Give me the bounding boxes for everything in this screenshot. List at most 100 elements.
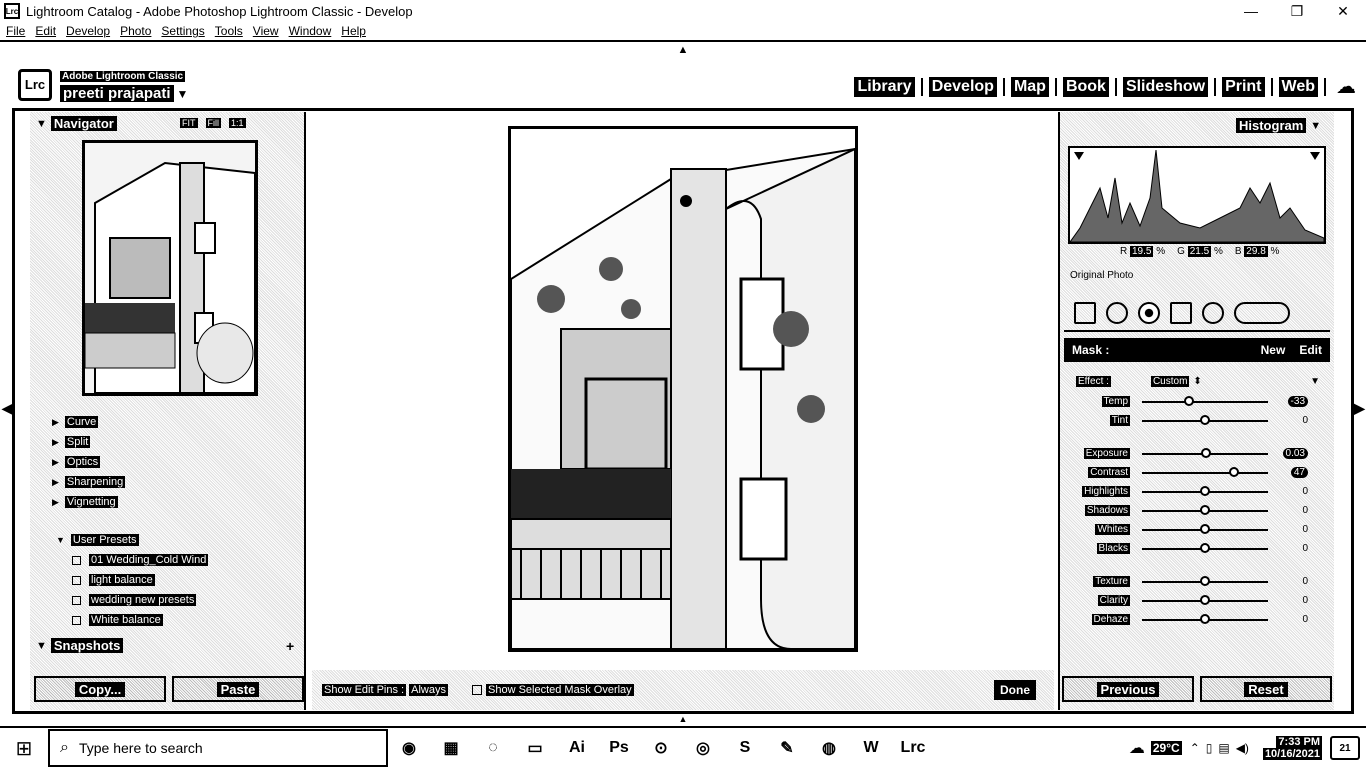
slider-value[interactable]: -33 <box>1287 396 1308 407</box>
tree-item-split[interactable]: ▶ Split <box>36 432 304 452</box>
slider-dehaze[interactable]: Dehaze 0 <box>1064 610 1330 629</box>
module-slideshow[interactable]: Slideshow <box>1122 76 1209 97</box>
menu-photo[interactable]: Photo <box>120 24 151 38</box>
slider-value[interactable]: 0 <box>1294 543 1308 554</box>
slider-track[interactable] <box>1142 485 1268 496</box>
slider-texture[interactable]: Texture 0 <box>1064 572 1330 591</box>
slider-knob[interactable] <box>1183 395 1194 406</box>
menu-view[interactable]: View <box>253 24 279 38</box>
collapse-top-panel-icon[interactable]: ▲ <box>674 44 692 56</box>
close-button[interactable]: ✕ <box>1320 0 1366 22</box>
edge-icon[interactable]: ◌ <box>472 729 514 767</box>
battery-icon[interactable]: ▯ <box>1206 741 1213 755</box>
paint-icon[interactable]: ✎ <box>766 729 808 767</box>
effect-dropdown[interactable]: Custom <box>1150 375 1190 387</box>
graduated-filter-icon[interactable] <box>1170 302 1192 324</box>
slider-knob[interactable] <box>1200 523 1210 534</box>
mask-edit-button[interactable]: Edit <box>1299 343 1322 357</box>
collapse-filmstrip-icon[interactable]: ▲ <box>674 714 692 724</box>
chevron-down-icon[interactable]: ▼ <box>177 87 189 101</box>
cloud-sync-icon[interactable]: ☁ <box>1336 74 1356 99</box>
show-edit-pins[interactable]: Show Edit Pins : Always <box>322 684 448 696</box>
tree-item-curve[interactable]: ▶ Curve <box>36 412 304 432</box>
spot-removal-icon[interactable] <box>1106 302 1128 324</box>
done-button[interactable]: Done <box>994 680 1036 700</box>
slider-value[interactable]: 0 <box>1294 595 1308 606</box>
slider-knob[interactable] <box>1200 575 1210 586</box>
slider-track[interactable] <box>1142 613 1268 624</box>
slider-knob[interactable] <box>1201 447 1212 458</box>
tree-item-sharpening[interactable]: ▶ Sharpening <box>36 472 304 492</box>
menu-develop[interactable]: Develop <box>66 24 110 38</box>
task-view-icon[interactable]: ▦ <box>430 729 472 767</box>
slider-track[interactable] <box>1142 414 1268 425</box>
previous-button[interactable]: Previous <box>1062 676 1194 702</box>
slider-knob[interactable] <box>1200 613 1210 624</box>
tree-item-vignetting[interactable]: ▶ Vignetting <box>36 492 304 512</box>
collapse-effect-icon[interactable]: ▼ <box>1310 376 1320 387</box>
temperature[interactable]: 29°C <box>1150 741 1182 755</box>
chrome-icon[interactable]: ◎ <box>682 729 724 767</box>
navigator-header[interactable]: ▼ Navigator <box>36 116 304 131</box>
show-hidden-icons-icon[interactable]: ⌃ <box>1190 741 1200 755</box>
skype-icon[interactable]: S <box>724 729 766 767</box>
cortana-icon[interactable]: ◉ <box>388 729 430 767</box>
zoom-1to1[interactable]: 1:1 <box>229 118 246 128</box>
slider-knob[interactable] <box>1228 466 1239 477</box>
menu-tools[interactable]: Tools <box>215 24 243 38</box>
navigator-preview[interactable] <box>82 140 258 396</box>
paste-button[interactable]: Paste <box>172 676 304 702</box>
preset-item[interactable]: wedding new presets <box>36 590 304 610</box>
module-develop[interactable]: Develop <box>928 76 997 97</box>
preset-item[interactable]: light balance <box>36 570 304 590</box>
file-explorer-icon[interactable]: ▭ <box>514 729 556 767</box>
module-web[interactable]: Web <box>1278 76 1318 97</box>
notification-center-icon[interactable]: 21 <box>1330 736 1360 760</box>
slider-track[interactable] <box>1142 447 1268 458</box>
menu-help[interactable]: Help <box>341 24 366 38</box>
preset-item[interactable]: White balance <box>36 610 304 630</box>
crop-tool-icon[interactable] <box>1074 302 1096 324</box>
lightroom-taskbar-icon[interactable]: Lrc <box>892 729 934 767</box>
start-windows-icon[interactable]: ⊞ <box>0 736 48 761</box>
main-photo[interactable] <box>508 126 858 652</box>
slider-knob[interactable] <box>1200 542 1210 553</box>
maximize-button[interactable]: ❐ <box>1274 0 1320 22</box>
mask-overlay-checkbox[interactable] <box>472 685 482 695</box>
slider-value[interactable]: 0 <box>1294 486 1308 497</box>
red-eye-icon[interactable] <box>1138 302 1160 324</box>
slider-track[interactable] <box>1142 594 1268 605</box>
snapshots-header[interactable]: ▼ Snapshots <box>36 638 304 653</box>
menu-settings[interactable]: Settings <box>161 24 204 38</box>
show-edit-pins-value[interactable]: Always <box>409 684 448 696</box>
volume-icon[interactable]: ◀) <box>1236 741 1249 755</box>
slider-track[interactable] <box>1142 523 1268 534</box>
slider-value[interactable]: 0 <box>1294 614 1308 625</box>
slider-track[interactable] <box>1142 575 1268 586</box>
tree-item-optics[interactable]: ▶ Optics <box>36 452 304 472</box>
slider-blacks[interactable]: Blacks 0 <box>1064 539 1330 558</box>
slider-value[interactable]: 0.03 <box>1282 448 1308 459</box>
module-print[interactable]: Print <box>1222 76 1265 97</box>
dropdown-arrow-icon[interactable]: ⬍ <box>1193 376 1201 387</box>
menu-file[interactable]: File <box>6 24 25 38</box>
adjustment-brush-icon[interactable] <box>1234 302 1290 324</box>
slider-shadows[interactable]: Shadows 0 <box>1064 501 1330 520</box>
slider-knob[interactable] <box>1200 594 1210 605</box>
photos-icon[interactable]: ◍ <box>808 729 850 767</box>
zoom-fill[interactable]: Fill <box>205 118 221 128</box>
slider-knob[interactable] <box>1200 414 1210 425</box>
slider-value[interactable]: 47 <box>1290 467 1308 478</box>
slider-knob[interactable] <box>1200 504 1210 515</box>
word-icon[interactable]: W <box>850 729 892 767</box>
mask-new-button[interactable]: New <box>1261 343 1286 357</box>
reset-button[interactable]: Reset <box>1200 676 1332 702</box>
network-icon[interactable]: ▤ <box>1218 741 1229 755</box>
slider-track[interactable] <box>1142 504 1268 515</box>
slider-value[interactable]: 0 <box>1294 576 1308 587</box>
slider-temp[interactable]: Temp -33 <box>1064 392 1330 411</box>
menu-edit[interactable]: Edit <box>35 24 56 38</box>
taskbar-search[interactable]: ⌕ Type here to search <box>48 729 388 767</box>
module-map[interactable]: Map <box>1010 76 1049 97</box>
slider-whites[interactable]: Whites 0 <box>1064 520 1330 539</box>
